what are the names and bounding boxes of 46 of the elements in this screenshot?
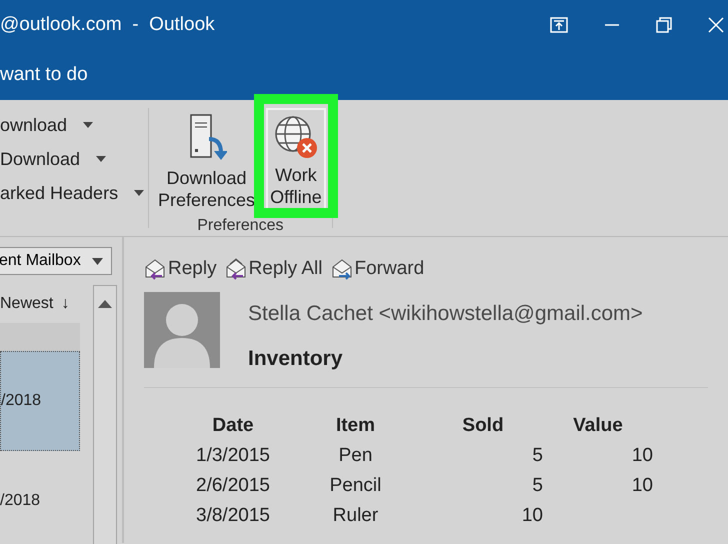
caret-icon — [96, 156, 106, 162]
caret-icon — [92, 258, 103, 264]
ribbon-command[interactable]: arked Headers — [0, 176, 148, 210]
mail-action[interactable]: Reply — [144, 255, 217, 284]
table-cell-text: 10 — [630, 474, 653, 498]
table-cell-text: 5 — [531, 474, 543, 498]
tell-me-prompt[interactable]: want to do — [0, 60, 88, 90]
table-cell-text: Pen — [338, 444, 374, 468]
group-label: Preferences — [197, 216, 284, 236]
table-cell-text: 1/3/2015 — [195, 444, 271, 468]
avatar-silhouette-icon — [144, 292, 220, 368]
close-icon[interactable] — [708, 17, 724, 33]
caret-icon — [83, 122, 94, 128]
caret-icon — [134, 190, 144, 196]
restore-icon[interactable] — [656, 17, 672, 33]
mail-date: /2018 — [0, 491, 40, 511]
sort-arrow[interactable]: ↓ — [61, 292, 70, 316]
sort-order[interactable]: Newest — [0, 292, 54, 316]
mail-action[interactable]: Reply All — [224, 255, 322, 284]
table-cell-text: 10 — [630, 444, 653, 468]
mailbox-dropdown[interactable]: ent Mailbox — [0, 247, 112, 275]
table-cell-text: Pencil — [328, 474, 382, 498]
column-header: Date — [211, 414, 255, 438]
forward-envelope-icon — [330, 258, 354, 280]
mail-action[interactable]: Forward — [330, 255, 424, 284]
table-cell-text: 5 — [531, 444, 543, 468]
scrollbar[interactable] — [93, 285, 117, 544]
ribbon-display-icon[interactable] — [550, 17, 568, 33]
ribbon-button[interactable]: Download Preferences — [155, 108, 258, 214]
column-header: Value — [572, 414, 624, 438]
window-title: @outlook.com - Outlook — [0, 12, 216, 37]
ribbon-command[interactable]: ownload — [0, 108, 148, 142]
table-cell-text: Ruler — [332, 504, 380, 528]
column-header: Sold — [461, 414, 505, 438]
mail-item[interactable]: /2018 — [0, 351, 80, 451]
sender-name: Stella Cachet <wikihowstella@gmail.com> — [248, 300, 643, 326]
table-cell-text: 3/8/2015 — [195, 504, 271, 528]
scroll-up-icon[interactable] — [98, 300, 112, 308]
table-cell-text: 10 — [520, 504, 543, 528]
globe-offline-icon — [272, 114, 319, 160]
ribbon-command[interactable]: Download — [0, 142, 148, 176]
column-header: Item — [334, 414, 376, 438]
mail-date: /2018 — [1, 391, 42, 411]
mail-item[interactable]: /2018 — [0, 451, 80, 544]
table-cell-text: 2/6/2015 — [195, 474, 271, 498]
mail-subject: Inventory — [248, 346, 344, 372]
